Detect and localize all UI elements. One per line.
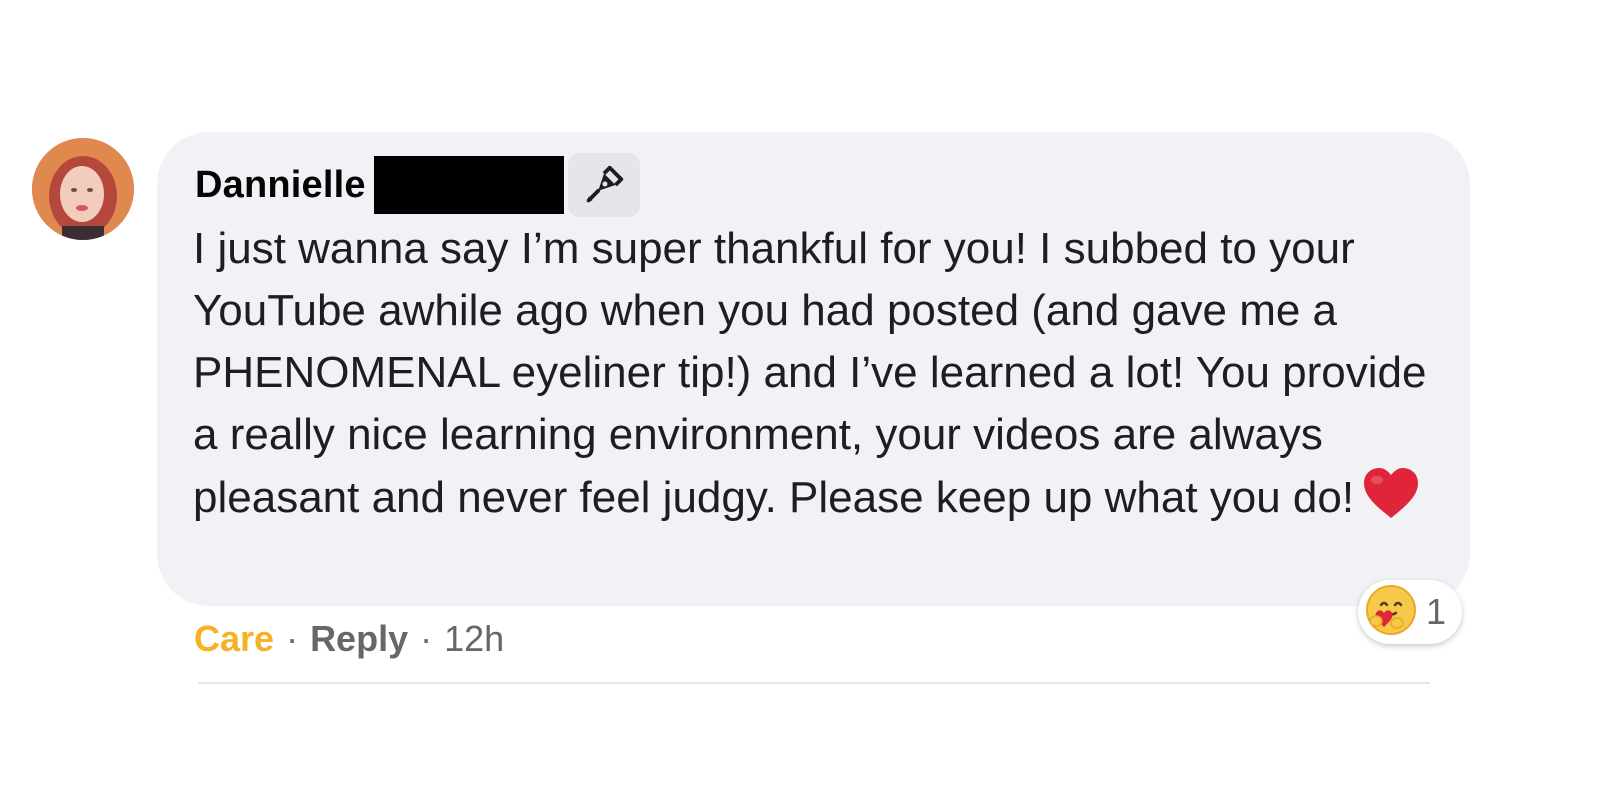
author-name[interactable]: Dannielle — [195, 164, 366, 207]
care-button[interactable]: Care — [194, 618, 274, 660]
separator: · — [420, 618, 433, 659]
reaction-count: 1 — [1426, 591, 1447, 632]
pen-nib-icon — [586, 165, 623, 203]
avatar-image — [32, 138, 134, 240]
red-heart-icon — [1362, 466, 1420, 537]
author-row: Dannielle — [195, 153, 640, 217]
comment-bubble: Dannielle I just wanna say I’m super tha… — [157, 132, 1470, 606]
comment-text: I just wanna say I’m super thankful for … — [193, 224, 1427, 522]
comment-thread: Dannielle I just wanna say I’m super tha… — [0, 0, 1600, 800]
comment-actions: Care · Reply · 12h — [194, 614, 504, 664]
redaction-box — [373, 156, 564, 214]
avatar[interactable] — [32, 138, 134, 240]
timestamp[interactable]: 12h — [444, 618, 504, 660]
divider — [198, 682, 1430, 684]
reply-button[interactable]: Reply — [310, 618, 408, 660]
separator: · — [286, 618, 299, 659]
author-badge[interactable] — [567, 153, 640, 217]
comment-body: I just wanna say I’m super thankful for … — [193, 218, 1443, 537]
care-reaction-icon — [1364, 583, 1418, 642]
reaction-summary[interactable]: 1 — [1358, 580, 1462, 644]
